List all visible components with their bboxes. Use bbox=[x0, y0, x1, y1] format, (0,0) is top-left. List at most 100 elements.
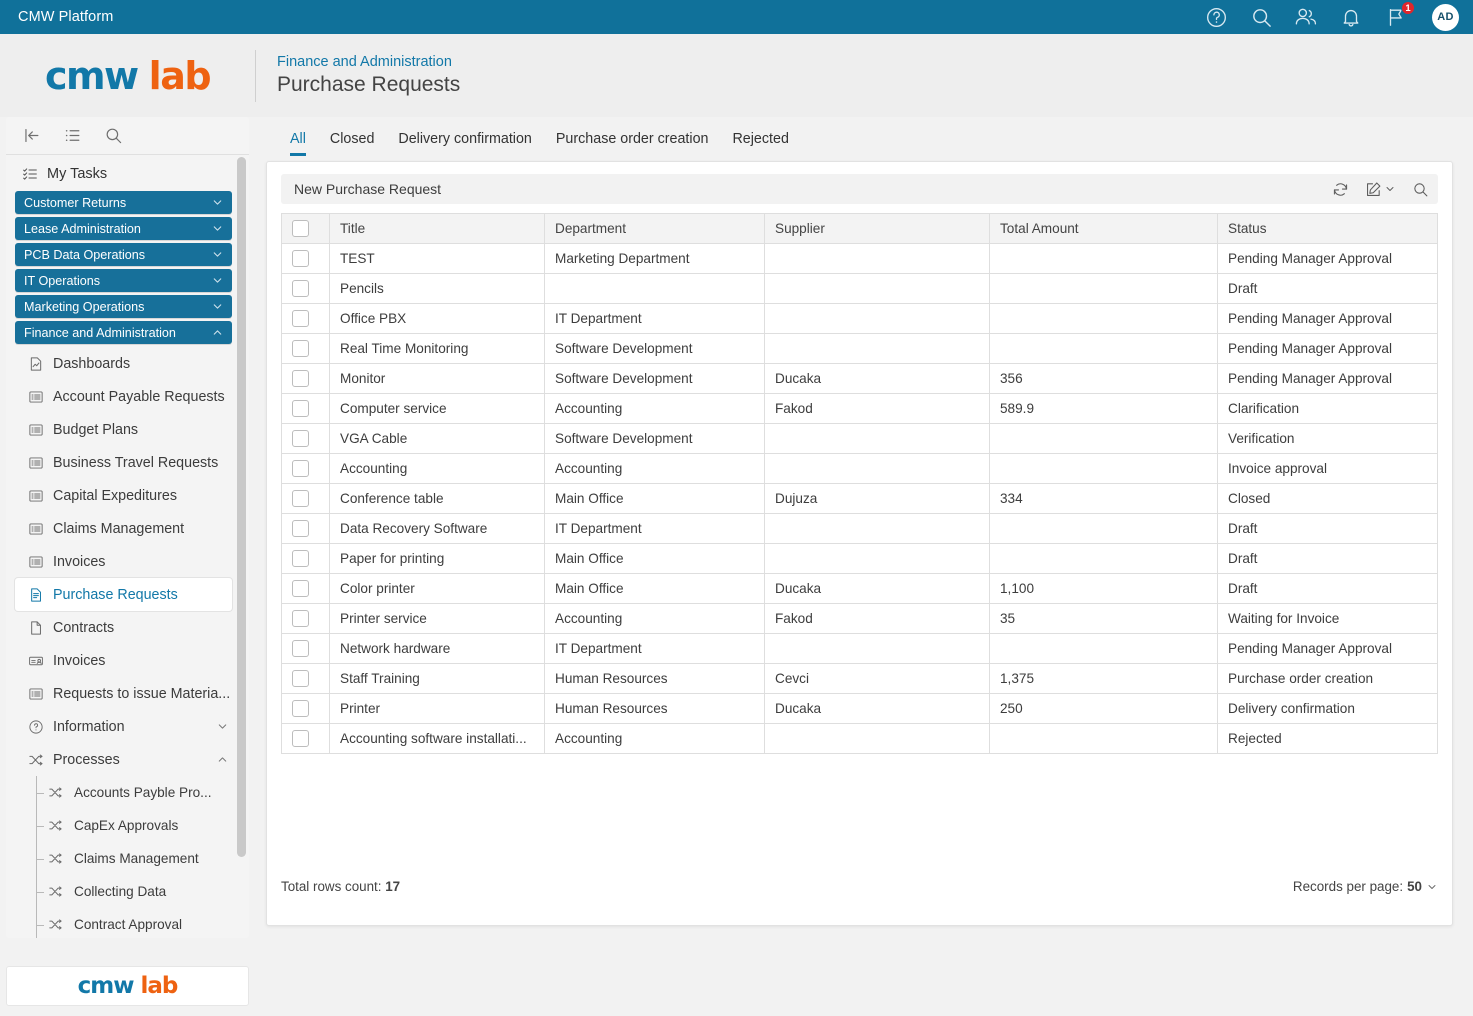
sidebar-item-processes[interactable]: Processes bbox=[6, 743, 249, 776]
sidebar-subitem-capex-approvals[interactable]: CapEx Approvals bbox=[6, 809, 249, 842]
sidebar-group-lease-administration[interactable]: Lease Administration bbox=[15, 217, 232, 240]
table-row[interactable]: Conference table Main Office Dujuza 334 … bbox=[282, 484, 1438, 514]
sidebar-item-invoices[interactable]: Invoices bbox=[6, 545, 249, 578]
chevron-down-icon[interactable] bbox=[1384, 183, 1396, 195]
row-checkbox[interactable] bbox=[292, 700, 309, 717]
collapse-sidebar-icon[interactable] bbox=[22, 126, 41, 145]
sidebar-list-icon[interactable] bbox=[63, 126, 82, 145]
flag-icon[interactable]: 1 bbox=[1384, 5, 1408, 29]
sidebar-subitem-collecting-data[interactable]: Collecting Data bbox=[6, 875, 249, 908]
cell-title[interactable]: Printer service bbox=[330, 604, 545, 634]
sidebar-item-dashboards[interactable]: Dashboards bbox=[6, 347, 249, 380]
sidebar-scrollbar[interactable] bbox=[237, 157, 246, 936]
grid-search-icon[interactable] bbox=[1412, 181, 1429, 198]
sidebar-group-customer-returns[interactable]: Customer Returns bbox=[15, 191, 232, 214]
bell-icon[interactable] bbox=[1339, 5, 1363, 29]
row-checkbox[interactable] bbox=[292, 280, 309, 297]
sidebar-subitem-accounts-payble-process[interactable]: Accounts Payble Pro... bbox=[6, 776, 249, 809]
sidebar-group-it-operations[interactable]: IT Operations bbox=[15, 269, 232, 292]
column-header-supplier[interactable]: Supplier bbox=[765, 214, 990, 244]
cell-title[interactable]: Monitor bbox=[330, 364, 545, 394]
sidebar-item-account-payable-requests[interactable]: Account Payable Requests bbox=[6, 380, 249, 413]
table-row[interactable]: Computer service Accounting Fakod 589.9 … bbox=[282, 394, 1438, 424]
tab-rejected[interactable]: Rejected bbox=[720, 131, 800, 156]
row-checkbox[interactable] bbox=[292, 460, 309, 477]
cell-title[interactable]: Conference table bbox=[330, 484, 545, 514]
tab-delivery-confirmation[interactable]: Delivery confirmation bbox=[386, 131, 543, 156]
sidebar-item-invoices-2[interactable]: Invoices bbox=[6, 644, 249, 677]
cell-title[interactable]: Network hardware bbox=[330, 634, 545, 664]
sidebar-search-icon[interactable] bbox=[104, 126, 123, 145]
row-checkbox[interactable] bbox=[292, 640, 309, 657]
table-row[interactable]: VGA Cable Software Development Verificat… bbox=[282, 424, 1438, 454]
new-purchase-request-button[interactable]: New Purchase Request bbox=[294, 181, 441, 197]
users-icon[interactable] bbox=[1294, 5, 1318, 29]
edit-button[interactable] bbox=[1365, 181, 1396, 198]
sidebar-subitem-claims-management[interactable]: Claims Management bbox=[6, 842, 249, 875]
row-checkbox[interactable] bbox=[292, 430, 309, 447]
refresh-icon[interactable] bbox=[1332, 181, 1349, 198]
cell-title[interactable]: Paper for printing bbox=[330, 544, 545, 574]
tab-all[interactable]: All bbox=[278, 131, 318, 156]
row-checkbox[interactable] bbox=[292, 400, 309, 417]
cell-title[interactable]: Color printer bbox=[330, 574, 545, 604]
column-header-department[interactable]: Department bbox=[545, 214, 765, 244]
table-row[interactable]: Paper for printing Main Office Draft bbox=[282, 544, 1438, 574]
cell-title[interactable]: VGA Cable bbox=[330, 424, 545, 454]
select-all-checkbox[interactable] bbox=[292, 220, 309, 237]
sidebar-subitem-contract-approval[interactable]: Contract Approval bbox=[6, 908, 249, 938]
cell-title[interactable]: Accounting bbox=[330, 454, 545, 484]
cell-title[interactable]: Staff Training bbox=[330, 664, 545, 694]
row-checkbox[interactable] bbox=[292, 610, 309, 627]
breadcrumb[interactable]: Finance and Administration bbox=[277, 54, 460, 70]
sidebar-item-claims-management[interactable]: Claims Management bbox=[6, 512, 249, 545]
row-checkbox[interactable] bbox=[292, 520, 309, 537]
table-row[interactable]: Real Time Monitoring Software Developmen… bbox=[282, 334, 1438, 364]
help-icon[interactable] bbox=[1204, 5, 1228, 29]
row-checkbox[interactable] bbox=[292, 670, 309, 687]
tab-closed[interactable]: Closed bbox=[318, 131, 387, 156]
cmw-lab-logo[interactable]: cmwlab bbox=[0, 54, 255, 98]
cell-title[interactable]: Computer service bbox=[330, 394, 545, 424]
cell-title[interactable]: Office PBX bbox=[330, 304, 545, 334]
row-checkbox[interactable] bbox=[292, 730, 309, 747]
row-checkbox[interactable] bbox=[292, 310, 309, 327]
row-checkbox[interactable] bbox=[292, 550, 309, 567]
sidebar-item-information[interactable]: Information bbox=[6, 710, 249, 743]
sidebar-item-contracts[interactable]: Contracts bbox=[6, 611, 249, 644]
row-checkbox[interactable] bbox=[292, 580, 309, 597]
table-row[interactable]: Color printer Main Office Ducaka 1,100 D… bbox=[282, 574, 1438, 604]
avatar[interactable]: AD bbox=[1432, 4, 1459, 31]
table-row[interactable]: Accounting software installati... Accoun… bbox=[282, 724, 1438, 754]
chevron-down-icon[interactable] bbox=[1426, 881, 1438, 893]
row-checkbox[interactable] bbox=[292, 490, 309, 507]
sidebar-item-requests-to-issue-materials[interactable]: Requests to issue Materia... bbox=[6, 677, 249, 710]
row-checkbox[interactable] bbox=[292, 250, 309, 267]
sidebar-group-finance-and-administration[interactable]: Finance and Administration bbox=[15, 321, 232, 344]
sidebar-item-capital-expeditures[interactable]: Capital Expeditures bbox=[6, 479, 249, 512]
sidebar-item-purchase-requests[interactable]: Purchase Requests bbox=[15, 578, 232, 611]
column-header-title[interactable]: Title bbox=[330, 214, 545, 244]
table-row[interactable]: TEST Marketing Department Pending Manage… bbox=[282, 244, 1438, 274]
cell-title[interactable]: Pencils bbox=[330, 274, 545, 304]
column-header-status[interactable]: Status bbox=[1218, 214, 1438, 244]
tab-purchase-order-creation[interactable]: Purchase order creation bbox=[544, 131, 721, 156]
sidebar-group-pcb-data-operations[interactable]: PCB Data Operations bbox=[15, 243, 232, 266]
cell-title[interactable]: Printer bbox=[330, 694, 545, 724]
table-row[interactable]: Printer service Accounting Fakod 35 Wait… bbox=[282, 604, 1438, 634]
sidebar-item-budget-plans[interactable]: Budget Plans bbox=[6, 413, 249, 446]
row-checkbox[interactable] bbox=[292, 340, 309, 357]
search-icon[interactable] bbox=[1249, 5, 1273, 29]
sidebar-group-marketing-operations[interactable]: Marketing Operations bbox=[15, 295, 232, 318]
sidebar-item-business-travel-requests[interactable]: Business Travel Requests bbox=[6, 446, 249, 479]
cell-title[interactable]: Real Time Monitoring bbox=[330, 334, 545, 364]
table-row[interactable]: Monitor Software Development Ducaka 356 … bbox=[282, 364, 1438, 394]
sidebar-item-my-tasks[interactable]: My Tasks bbox=[6, 159, 249, 188]
table-row[interactable]: Pencils Draft bbox=[282, 274, 1438, 304]
cell-title[interactable]: Accounting software installati... bbox=[330, 724, 545, 754]
row-checkbox[interactable] bbox=[292, 370, 309, 387]
table-row[interactable]: Printer Human Resources Ducaka 250 Deliv… bbox=[282, 694, 1438, 724]
cell-title[interactable]: TEST bbox=[330, 244, 545, 274]
table-row[interactable]: Data Recovery Software IT Department Dra… bbox=[282, 514, 1438, 544]
column-header-total-amount[interactable]: Total Amount bbox=[990, 214, 1218, 244]
